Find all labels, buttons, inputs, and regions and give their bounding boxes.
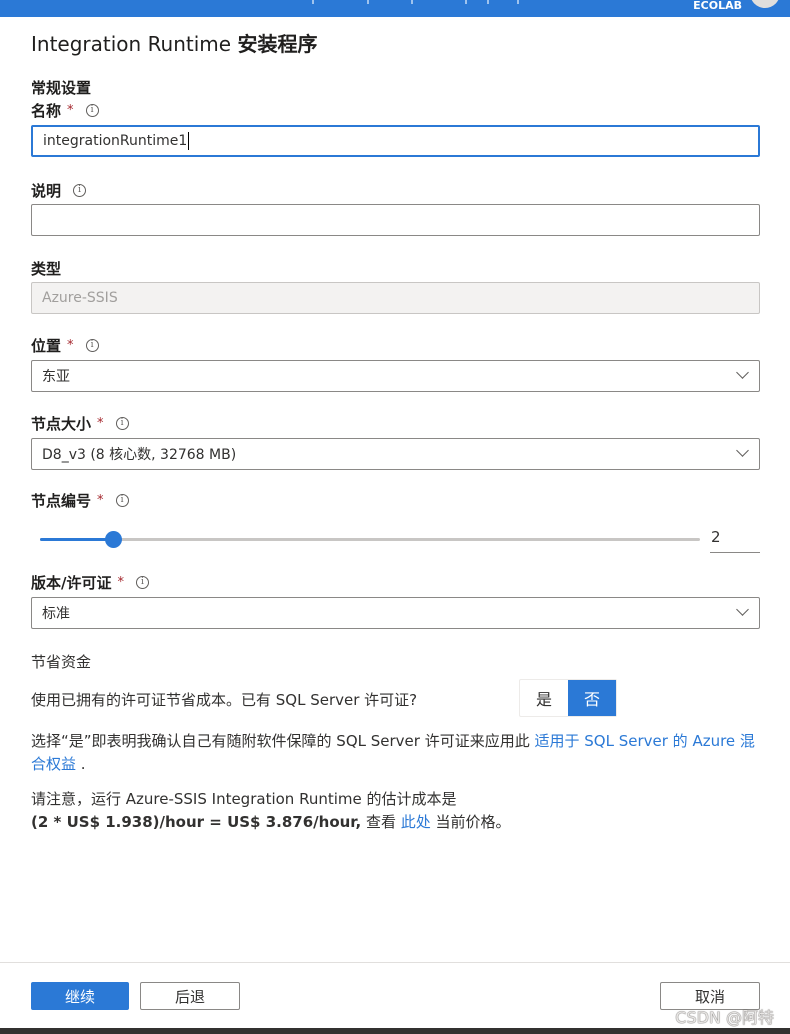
cost-suffix: 当前价格。: [430, 813, 511, 831]
required-marker: *: [117, 575, 124, 590]
slider-thumb[interactable]: [104, 531, 122, 548]
bottom-bar: [0, 1028, 790, 1034]
node-count-label-text: 节点编号: [31, 492, 92, 510]
topbar-tick: [465, 0, 467, 4]
location-select[interactable]: 东亚: [31, 360, 760, 392]
panel-title-en: Integration Runtime: [31, 32, 238, 56]
name-input[interactable]: integrationRuntime1: [31, 125, 760, 157]
node-size-select[interactable]: D8_v3 (8 核心数, 32768 MB): [31, 438, 760, 470]
cost-line1: 请注意，运行 Azure-SSIS Integration Runtime 的估…: [31, 790, 457, 808]
node-count-slider[interactable]: [40, 531, 700, 548]
license-question: 使用已拥有的许可证节省成本。已有 SQL Server 许可证?: [31, 691, 418, 709]
cost-see: 查看: [361, 813, 401, 831]
back-button[interactable]: 后退: [140, 982, 240, 1010]
chevron-down-icon: [736, 444, 749, 457]
text-caret: [188, 132, 190, 150]
description-label-text: 说明: [31, 182, 62, 200]
general-settings-heading: 常规设置: [31, 79, 92, 97]
panel-title-cn: 安装程序: [237, 32, 318, 56]
panel-title: Integration Runtime 安装程序: [31, 28, 317, 57]
top-bar: ECOLAB: [0, 0, 790, 17]
location-label: 位置 * i: [31, 335, 99, 356]
toggle-no[interactable]: 否: [568, 680, 616, 716]
note-suffix: .: [76, 755, 86, 773]
name-label: 名称 * i: [31, 100, 99, 121]
chevron-down-icon: [736, 603, 749, 616]
slider-fill: [40, 538, 113, 541]
name-input-value: integrationRuntime1: [43, 133, 188, 149]
required-marker: *: [97, 493, 104, 508]
required-marker: *: [67, 338, 74, 353]
watermark: CSDN @阿特: [675, 1008, 774, 1027]
type-label-text: 类型: [31, 260, 62, 278]
name-label-text: 名称: [31, 102, 62, 120]
node-size-label-text: 节点大小: [31, 415, 92, 433]
license-toggle[interactable]: 是 否: [519, 679, 617, 717]
savings-heading: 节省资金: [31, 653, 92, 671]
info-icon[interactable]: i: [115, 494, 129, 507]
node-count-label: 节点编号 * i: [31, 490, 129, 511]
info-icon[interactable]: i: [115, 417, 129, 430]
description-label: 说明 i: [31, 180, 87, 201]
info-icon[interactable]: i: [73, 184, 87, 197]
type-input: Azure-SSIS: [31, 282, 760, 314]
required-marker: *: [97, 416, 104, 431]
type-label: 类型: [31, 258, 61, 279]
chevron-down-icon: [736, 366, 749, 379]
toggle-yes[interactable]: 是: [520, 680, 568, 716]
continue-button[interactable]: 继续: [31, 982, 129, 1010]
location-select-value: 东亚: [42, 369, 70, 385]
location-label-text: 位置: [31, 337, 62, 355]
topbar-tick: [411, 0, 413, 4]
info-icon[interactable]: i: [85, 339, 99, 352]
avatar[interactable]: [750, 0, 780, 8]
cost-note: 请注意，运行 Azure-SSIS Integration Runtime 的估…: [31, 788, 766, 834]
footer-divider: [0, 962, 790, 963]
cost-formula: (2 * US$ 1.938)/hour = US$ 3.876/hour,: [31, 813, 362, 831]
topbar-tick: [367, 0, 369, 4]
required-marker: *: [67, 103, 74, 118]
node-size-select-value: D8_v3 (8 核心数, 32768 MB): [42, 447, 237, 463]
edition-select-value: 标准: [42, 606, 70, 622]
type-input-value: Azure-SSIS: [42, 290, 118, 306]
note-prefix: 选择“是”即表明我确认自己有随附软件保障的 SQL Server 许可证来应用此: [31, 732, 535, 750]
edition-label-text: 版本/许可证: [31, 574, 112, 592]
topbar-tick: [312, 0, 314, 4]
topbar-tick: [517, 0, 519, 4]
description-input[interactable]: [31, 204, 760, 236]
pricing-link[interactable]: 此处: [401, 813, 431, 831]
topbar-tick: [487, 0, 489, 4]
hybrid-benefit-note: 选择“是”即表明我确认自己有随附软件保障的 SQL Server 许可证来应用此…: [31, 730, 766, 776]
edition-select[interactable]: 标准: [31, 597, 760, 629]
node-count-value[interactable]: 2: [710, 526, 760, 553]
node-size-label: 节点大小 * i: [31, 413, 129, 434]
org-name: ECOLAB: [693, 0, 742, 12]
info-icon[interactable]: i: [85, 104, 99, 117]
edition-label: 版本/许可证 * i: [31, 572, 149, 593]
info-icon[interactable]: i: [135, 576, 149, 589]
